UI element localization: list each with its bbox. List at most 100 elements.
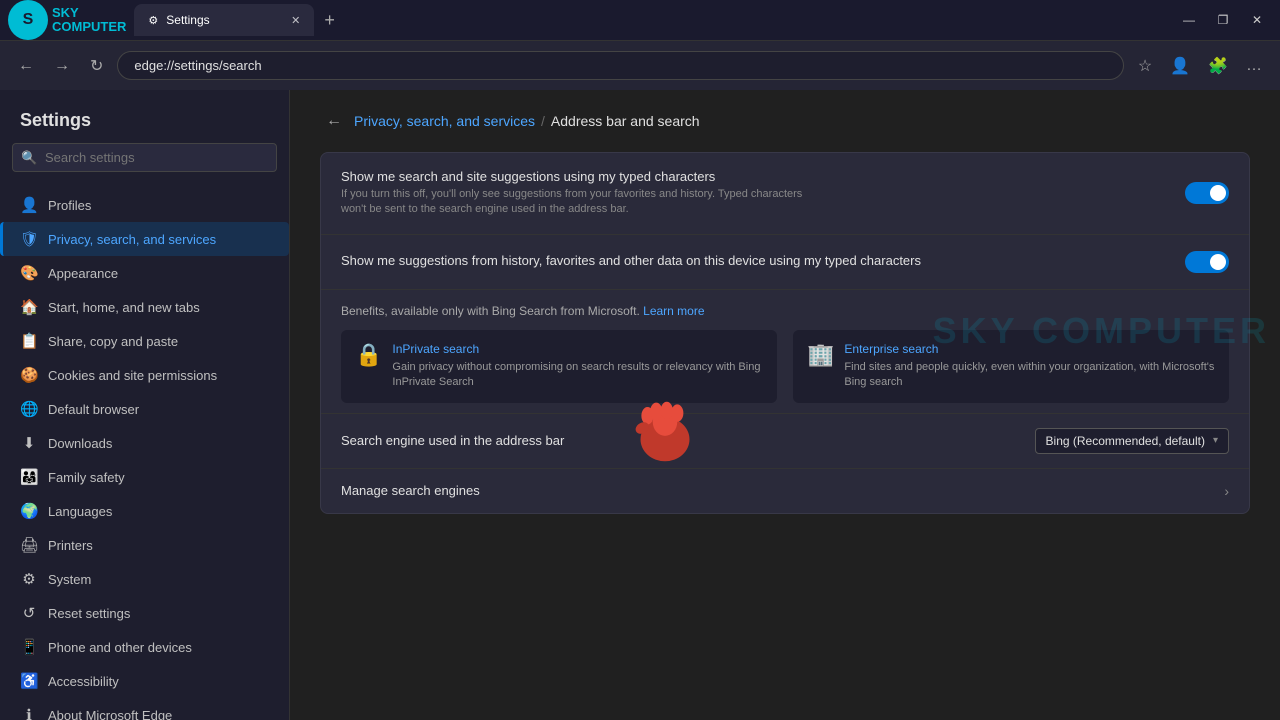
- default-browser-icon: 🌐: [20, 400, 38, 418]
- manage-search-engines-row[interactable]: Manage search engines ›: [321, 469, 1249, 513]
- sidebar-item-reset[interactable]: ↺ Reset settings: [0, 596, 289, 630]
- sidebar-item-label: Accessibility: [48, 674, 119, 689]
- phone-icon: 📱: [20, 638, 38, 656]
- sidebar-item-about[interactable]: ℹ About Microsoft Edge: [0, 698, 289, 720]
- tab-close-button[interactable]: ✕: [291, 14, 300, 27]
- sidebar-item-profiles[interactable]: 👤 Profiles: [0, 188, 289, 222]
- sidebar-item-label: Privacy, search, and services: [48, 232, 216, 247]
- breadcrumb-separator: /: [541, 113, 545, 129]
- sidebar-item-downloads[interactable]: ⬇ Downloads: [0, 426, 289, 460]
- reload-button[interactable]: ↻: [84, 52, 109, 80]
- inprivate-desc: Gain privacy without compromising on sea…: [392, 360, 763, 391]
- sidebar-item-label: Profiles: [48, 198, 91, 213]
- setting-row-toggle1: Show me search and site suggestions usin…: [321, 153, 1249, 235]
- active-tab[interactable]: ⚙ Settings ✕: [134, 4, 314, 36]
- sidebar-item-privacy[interactable]: 🛡 Privacy, search, and services: [0, 222, 289, 256]
- content-area: ← Privacy, search, and services / Addres…: [290, 90, 1280, 720]
- sidebar-item-cookies[interactable]: 🍪 Cookies and site permissions: [0, 358, 289, 392]
- sidebar-item-start-home[interactable]: 🏠 Start, home, and new tabs: [0, 290, 289, 324]
- chevron-right-icon: ›: [1224, 483, 1229, 499]
- benefits-cards: 🔒 InPrivate search Gain privacy without …: [341, 330, 1229, 403]
- sidebar-item-label: System: [48, 572, 91, 587]
- enterprise-desc: Find sites and people quickly, even with…: [844, 360, 1215, 391]
- back-button[interactable]: ←: [12, 53, 40, 79]
- profiles-icon: 👤: [20, 196, 38, 214]
- forward-button[interactable]: →: [48, 53, 76, 79]
- new-tab-button[interactable]: +: [316, 6, 343, 35]
- search-engine-row: Search engine used in the address bar Bi…: [321, 414, 1249, 469]
- breadcrumb-parent-link[interactable]: Privacy, search, and services: [354, 113, 535, 129]
- benefit-card-info: InPrivate search Gain privacy without co…: [392, 342, 763, 391]
- extensions-button[interactable]: 🧩: [1202, 52, 1234, 80]
- sidebar-item-label: Default browser: [48, 402, 139, 417]
- toggle1-slider: [1185, 182, 1229, 204]
- printers-icon: 🖨: [20, 536, 38, 554]
- breadcrumb-current: Address bar and search: [551, 113, 700, 129]
- sidebar-item-system[interactable]: ⚙ System: [0, 562, 289, 596]
- close-button[interactable]: ✕: [1242, 9, 1272, 31]
- setting-desc-toggle1: If you turn this off, you'll only see su…: [341, 187, 821, 218]
- sidebar-item-languages[interactable]: 🌍 Languages: [0, 494, 289, 528]
- setting-label-toggle2: Show me suggestions from history, favori…: [341, 253, 1165, 268]
- window-controls: — ❐ ✕: [1174, 9, 1272, 31]
- start-home-icon: 🏠: [20, 298, 38, 316]
- inprivate-icon: 🔒: [355, 342, 382, 368]
- favorites-button[interactable]: ☆: [1132, 52, 1158, 80]
- inprivate-title[interactable]: InPrivate search: [392, 342, 763, 356]
- benefits-row: Benefits, available only with Bing Searc…: [321, 290, 1249, 414]
- privacy-icon: 🛡: [20, 230, 38, 248]
- breadcrumb-back-button[interactable]: ←: [320, 110, 348, 132]
- toolbar-icons: ☆ 👤 🧩 …: [1132, 52, 1268, 80]
- about-icon: ℹ: [20, 706, 38, 720]
- toggle1[interactable]: [1185, 182, 1229, 204]
- sidebar-item-printers[interactable]: 🖨 Printers: [0, 528, 289, 562]
- sidebar-item-label: Cookies and site permissions: [48, 368, 217, 383]
- content-wrapper: ← Privacy, search, and services / Addres…: [320, 110, 1250, 514]
- search-settings-input[interactable]: [12, 143, 277, 172]
- sidebar-item-label: Printers: [48, 538, 93, 553]
- enterprise-icon: 🏢: [807, 342, 834, 368]
- tab-label: Settings: [166, 13, 209, 27]
- sidebar-search: 🔍: [12, 143, 277, 172]
- benefit-card-enterprise: 🏢 Enterprise search Find sites and peopl…: [793, 330, 1229, 403]
- toggle2[interactable]: [1185, 251, 1229, 273]
- languages-icon: 🌍: [20, 502, 38, 520]
- accessibility-icon: ♿: [20, 672, 38, 690]
- sidebar-item-share-copy[interactable]: 📋 Share, copy and paste: [0, 324, 289, 358]
- browser-logo: S SKY COMPUTER: [8, 0, 126, 40]
- address-bar-row: ← → ↻ ☆ 👤 🧩 …: [0, 40, 1280, 90]
- search-engine-dropdown[interactable]: Bing (Recommended, default) ▾: [1035, 428, 1229, 454]
- sidebar-item-label: Reset settings: [48, 606, 130, 621]
- appearance-icon: 🎨: [20, 264, 38, 282]
- setting-row-toggle2: Show me suggestions from history, favori…: [321, 235, 1249, 290]
- setting-info-toggle2: Show me suggestions from history, favori…: [341, 253, 1165, 271]
- system-icon: ⚙: [20, 570, 38, 588]
- sidebar-item-label: Start, home, and new tabs: [48, 300, 200, 315]
- settings-card: Show me search and site suggestions usin…: [320, 152, 1250, 514]
- address-input[interactable]: [117, 51, 1123, 80]
- learn-more-link[interactable]: Learn more: [643, 304, 704, 318]
- search-engine-label: Search engine used in the address bar: [341, 433, 564, 448]
- share-copy-icon: 📋: [20, 332, 38, 350]
- dropdown-arrow-icon: ▾: [1213, 435, 1218, 446]
- settings-more-button[interactable]: …: [1240, 53, 1268, 79]
- sidebar-item-phone[interactable]: 📱 Phone and other devices: [0, 630, 289, 664]
- benefit-card-inprivate: 🔒 InPrivate search Gain privacy without …: [341, 330, 777, 403]
- tab-bar: ⚙ Settings ✕ +: [134, 4, 1166, 36]
- logo-icon: S: [8, 0, 48, 40]
- sidebar-item-appearance[interactable]: 🎨 Appearance: [0, 256, 289, 290]
- enterprise-title[interactable]: Enterprise search: [844, 342, 1215, 356]
- profile-button[interactable]: 👤: [1164, 52, 1196, 80]
- minimize-button[interactable]: —: [1174, 9, 1204, 31]
- sidebar-item-label: Family safety: [48, 470, 125, 485]
- tab-favicon: ⚙: [148, 14, 158, 27]
- toggle2-slider: [1185, 251, 1229, 273]
- sidebar-item-default-browser[interactable]: 🌐 Default browser: [0, 392, 289, 426]
- benefits-label: Benefits, available only with Bing Searc…: [341, 304, 1229, 318]
- breadcrumb: ← Privacy, search, and services / Addres…: [320, 110, 1250, 132]
- sidebar-item-family-safety[interactable]: 👨‍👩‍👧 Family safety: [0, 460, 289, 494]
- sidebar-item-accessibility[interactable]: ♿ Accessibility: [0, 664, 289, 698]
- downloads-icon: ⬇: [20, 434, 38, 452]
- logo-text: SKY COMPUTER: [52, 6, 126, 35]
- restore-button[interactable]: ❐: [1208, 9, 1238, 31]
